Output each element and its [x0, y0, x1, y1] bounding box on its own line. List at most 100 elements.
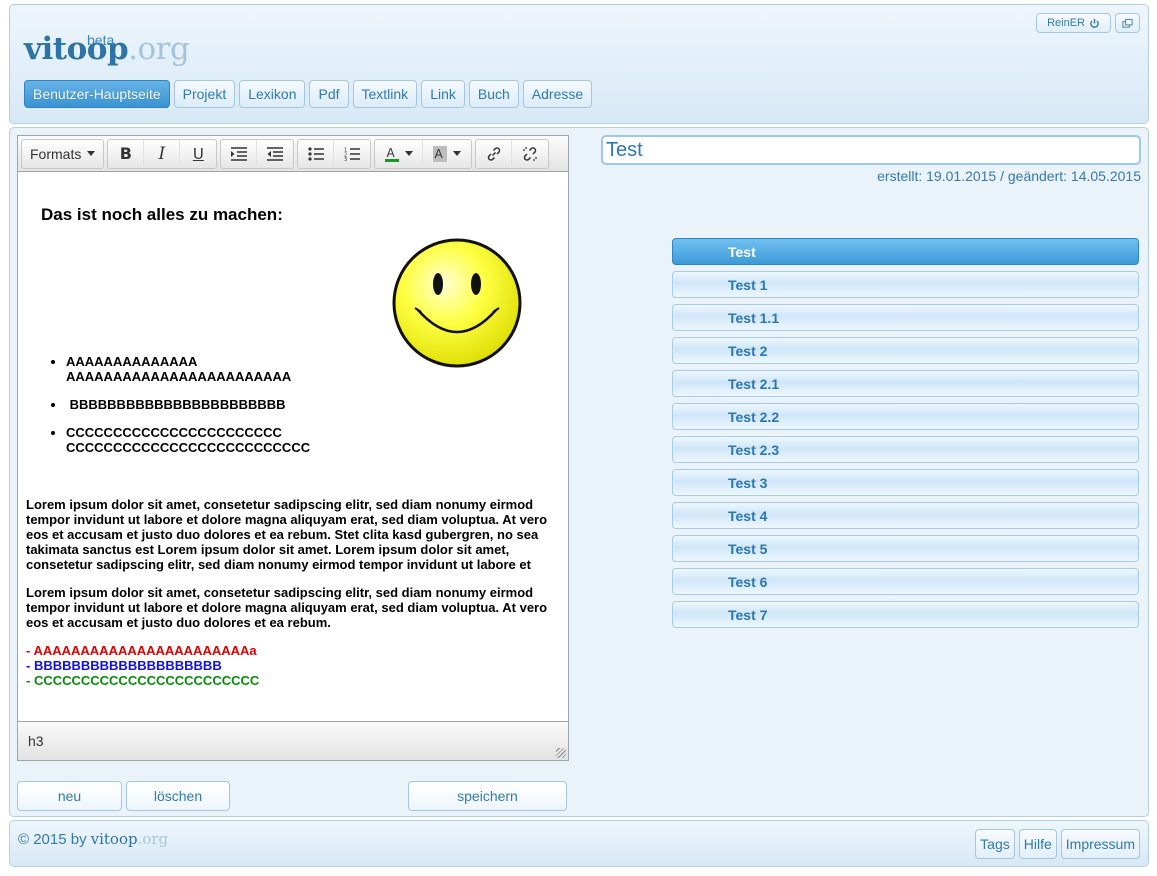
bold-button[interactable]: B: [108, 139, 145, 168]
header: vitoop.org beta ReinER Benutzer-Hauptsei…: [9, 4, 1149, 124]
indent-group: [220, 138, 295, 169]
background-color-button[interactable]: A: [423, 140, 471, 168]
red-line: - AAAAAAAAAAAAAAAAAAAAAAAa: [26, 643, 257, 658]
copyright: © 2015 by vitoop.org: [18, 830, 168, 848]
element-path[interactable]: h3: [28, 733, 44, 749]
editor-toolbar: Formats B I U 123 A A: [18, 136, 568, 172]
italic-button[interactable]: I: [144, 139, 181, 168]
tree-item[interactable]: Test 7: [672, 601, 1139, 628]
footer-links: Tags Hilfe Impressum: [975, 829, 1140, 859]
indent-button[interactable]: [221, 139, 258, 168]
list-item: CCCCCCCCCCCCCCCCCCCCCCC CCCCCCCCCCCCCCCC…: [66, 425, 310, 455]
nav-textlink[interactable]: Textlink: [352, 80, 418, 108]
beta-label: beta: [87, 32, 115, 48]
svg-text:A: A: [386, 146, 395, 160]
delete-button[interactable]: löschen: [126, 781, 230, 811]
content-heading: Das ist noch alles zu machen:: [41, 205, 283, 224]
help-link[interactable]: Hilfe: [1018, 829, 1057, 859]
italic-icon: I: [158, 143, 166, 164]
tree-item[interactable]: Test: [672, 238, 1139, 265]
tree-item[interactable]: Test 2: [672, 337, 1139, 364]
footer: © 2015 by vitoop.org Tags Hilfe Impressu…: [9, 820, 1149, 867]
impressum-link[interactable]: Impressum: [1060, 829, 1140, 859]
link-group: [475, 138, 550, 169]
footer-logo-main: vitoop: [90, 830, 138, 848]
bullet-list-icon: [308, 146, 324, 161]
list-item: BBBBBBBBBBBBBBBBBBBBBBB: [66, 397, 306, 412]
color-group: A A: [374, 138, 473, 169]
tree-item[interactable]: Test 3: [672, 469, 1139, 496]
title-input[interactable]: Test: [601, 135, 1141, 165]
nav-buch[interactable]: Buch: [468, 80, 519, 108]
nav-lexikon[interactable]: Lexikon: [239, 80, 306, 108]
project-tree: Test Test 1 Test 1.1 Test 2 Test 2.1 Tes…: [672, 238, 1139, 634]
bullet-list-button[interactable]: [298, 139, 335, 168]
main-nav: Benutzer-Hauptseite Projekt Lexikon Pdf …: [24, 80, 593, 108]
footer-logo-dot: .org: [137, 830, 169, 848]
tree-item[interactable]: Test 2.2: [672, 403, 1139, 430]
numbered-list-icon: 123: [344, 147, 361, 161]
green-line: - CCCCCCCCCCCCCCCCCCCCCCCC: [26, 673, 260, 688]
footer-logo: vitoop.org: [91, 830, 169, 848]
indent-icon: [230, 146, 247, 161]
numbered-list-button[interactable]: 123: [334, 140, 370, 168]
tree-item[interactable]: Test 6: [672, 568, 1139, 595]
unlink-button[interactable]: [512, 140, 548, 168]
background-color-icon: A: [433, 145, 448, 162]
new-button[interactable]: neu: [17, 781, 122, 811]
tree-item[interactable]: Test 4: [672, 502, 1139, 529]
popout-button[interactable]: [1115, 13, 1140, 33]
underline-icon: U: [192, 144, 204, 163]
svg-text:A: A: [435, 147, 444, 161]
outdent-icon: [267, 146, 284, 161]
nav-adresse[interactable]: Adresse: [522, 80, 593, 108]
logout-button[interactable]: ReinER: [1036, 13, 1111, 33]
tags-link[interactable]: Tags: [975, 829, 1015, 859]
list-group: 123: [297, 138, 372, 169]
power-icon: [1090, 18, 1099, 28]
chevron-down-icon: [453, 151, 462, 156]
nav-link[interactable]: Link: [421, 80, 465, 108]
formats-group: Formats: [21, 138, 105, 169]
tree-item[interactable]: Test 1.1: [672, 304, 1139, 331]
nav-pdf[interactable]: Pdf: [309, 80, 349, 108]
link-icon: [487, 146, 501, 161]
editor-statusbar: h3: [18, 721, 568, 760]
insert-link-button[interactable]: [476, 139, 513, 168]
date-meta: erstellt: 19.01.2015 / geändert: 14.05.2…: [877, 168, 1141, 184]
nav-benutzer-hauptseite[interactable]: Benutzer-Hauptseite: [24, 80, 170, 108]
paragraph: Lorem ipsum dolor sit amet, consetetur s…: [26, 497, 548, 572]
tree-item[interactable]: Test 1: [672, 271, 1139, 298]
save-button[interactable]: speichern: [408, 781, 567, 811]
chevron-down-icon: [404, 151, 413, 156]
logo-dot-text: .org: [128, 31, 190, 67]
rich-text-editor: Formats B I U 123 A A Das ist noch alles…: [17, 135, 569, 761]
list-item: AAAAAAAAAAAAAA AAAAAAAAAAAAAAAAAAAAAAAA: [66, 354, 306, 384]
copyright-text: © 2015 by: [18, 831, 87, 848]
nav-projekt[interactable]: Projekt: [173, 80, 236, 108]
tree-item[interactable]: Test 2.3: [672, 436, 1139, 463]
popout-icon: [1122, 18, 1133, 28]
formats-dropdown[interactable]: Formats: [22, 140, 103, 168]
formats-label: Formats: [30, 145, 82, 162]
text-style-group: B I U: [107, 138, 218, 169]
top-buttons: ReinER: [1036, 13, 1140, 33]
text-color-button[interactable]: A: [375, 139, 424, 168]
colored-lines: - AAAAAAAAAAAAAAAAAAAAAAAa - BBBBBBBBBBB…: [26, 643, 259, 688]
bullet-list: AAAAAAAAAAAAAA AAAAAAAAAAAAAAAAAAAAAAAA …: [56, 354, 310, 468]
svg-text:3: 3: [344, 157, 347, 161]
text-color-icon: A: [384, 146, 399, 162]
smiley-image: [392, 238, 522, 368]
tree-item[interactable]: Test 5: [672, 535, 1139, 562]
blue-line: - BBBBBBBBBBBBBBBBBBBB: [26, 658, 222, 673]
bold-icon: B: [119, 144, 132, 163]
resize-handle[interactable]: [556, 748, 566, 758]
unlink-icon: [523, 146, 538, 161]
paragraph: Lorem ipsum dolor sit amet, consetetur s…: [26, 585, 548, 630]
user-name: ReinER: [1047, 17, 1085, 29]
outdent-button[interactable]: [257, 140, 293, 168]
editor-content[interactable]: Das ist noch alles zu machen: AAAAAAAAAA…: [18, 172, 568, 721]
underline-button[interactable]: U: [180, 140, 216, 168]
chevron-down-icon: [87, 151, 96, 156]
tree-item[interactable]: Test 2.1: [672, 370, 1139, 397]
